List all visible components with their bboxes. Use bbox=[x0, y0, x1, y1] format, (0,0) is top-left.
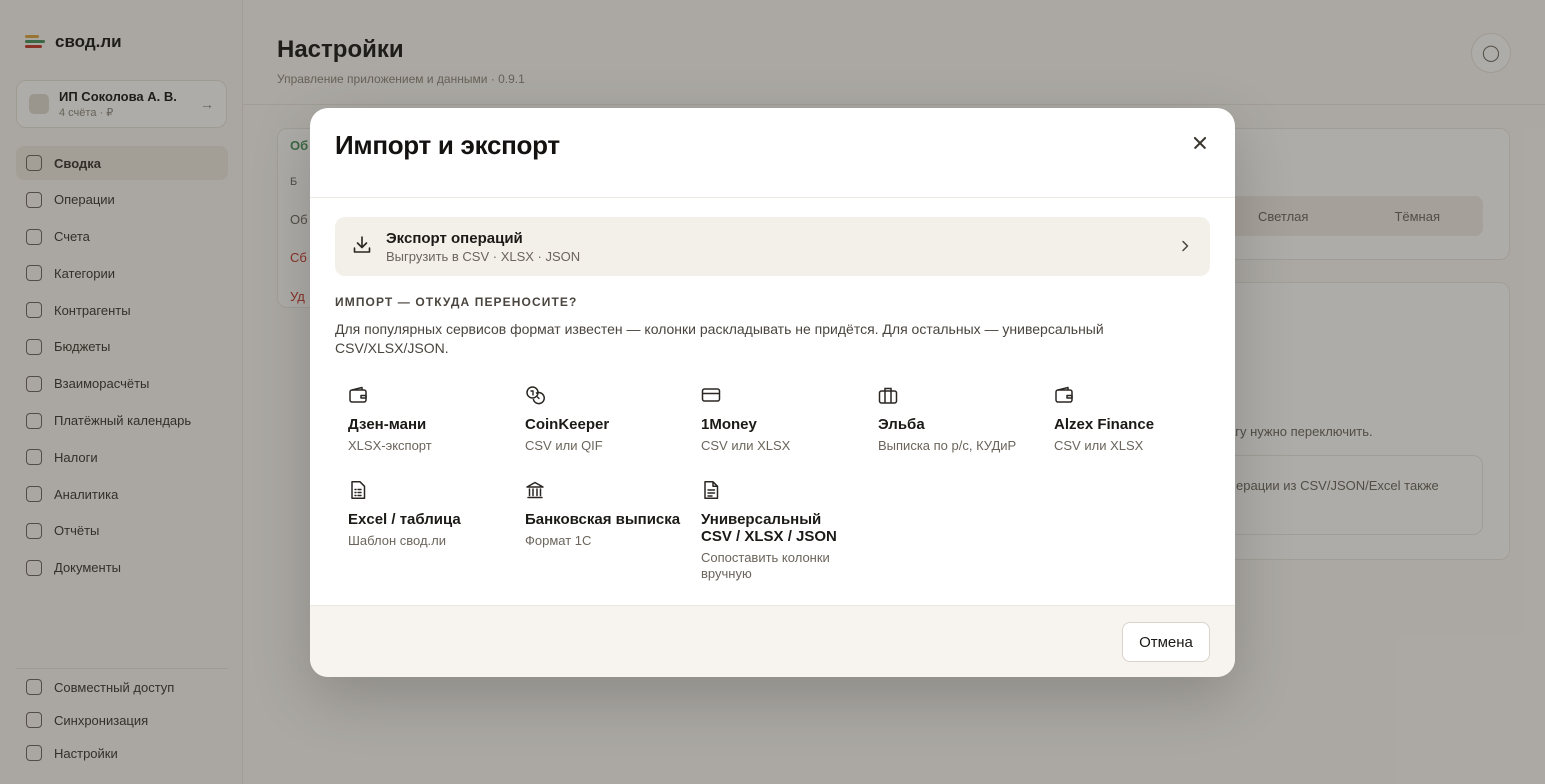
coins-icon bbox=[526, 386, 545, 405]
import-source-excel[interactable]: Excel / таблица Шаблон свод.ли bbox=[348, 480, 508, 549]
cancel-button[interactable]: Отмена bbox=[1122, 622, 1210, 662]
import-source-elba[interactable]: Эльба Выписка по р/с, КУДиР bbox=[878, 385, 1038, 454]
import-source-title: Alzex Finance bbox=[1054, 416, 1155, 433]
import-source-subtitle: Формат 1С bbox=[525, 533, 592, 548]
chevron-right-icon bbox=[1182, 240, 1189, 252]
bank-icon bbox=[526, 481, 544, 499]
import-source-subtitle: Сопоставить колонки вручную bbox=[701, 550, 830, 581]
import-source-subtitle: XLSX-экспорт bbox=[348, 438, 432, 453]
import-source-title: CoinKeeper bbox=[525, 416, 610, 433]
close-icon[interactable] bbox=[1188, 131, 1212, 155]
import-source-title: Банковская выписка bbox=[525, 511, 681, 528]
export-operations-button[interactable]: Экспорт операций Выгрузить в CSV · XLSX … bbox=[335, 217, 1210, 276]
import-source-bank-statement[interactable]: Банковская выписка Формат 1С bbox=[525, 480, 685, 549]
import-source-subtitle: Выписка по р/с, КУДиР bbox=[878, 438, 1017, 453]
import-section-label: ИМПОРТ — ОТКУДА ПЕРЕНОСИТЕ? bbox=[335, 295, 578, 309]
briefcase-icon bbox=[878, 387, 898, 404]
wallet-icon bbox=[1055, 386, 1073, 403]
import-source-1money[interactable]: 1Money CSV или XLSX bbox=[701, 385, 861, 454]
export-title: Экспорт операций bbox=[386, 230, 523, 247]
import-source-subtitle: CSV или QIF bbox=[525, 438, 603, 453]
import-source-subtitle: CSV или XLSX bbox=[701, 438, 791, 453]
import-source-title: 1Money bbox=[701, 416, 757, 433]
import-source-title: Эльба bbox=[878, 416, 925, 433]
import-source-subtitle: CSV или XLSX bbox=[1054, 438, 1144, 453]
modal-footer: Отмена bbox=[310, 605, 1235, 677]
document-icon bbox=[704, 481, 719, 499]
download-icon bbox=[353, 236, 371, 253]
import-source-alzex[interactable]: Alzex Finance CSV или XLSX bbox=[1054, 385, 1214, 454]
import-export-modal: Импорт и экспорт Экспорт операций Выгруз… bbox=[310, 108, 1235, 677]
modal-header: Импорт и экспорт bbox=[310, 108, 1235, 198]
import-source-zenmoney[interactable]: Дзен-мани XLSX-экспорт bbox=[348, 385, 508, 454]
export-subtitle: Выгрузить в CSV · XLSX · JSON bbox=[386, 249, 581, 264]
import-source-title: Excel / таблица bbox=[348, 511, 461, 528]
wallet-icon bbox=[349, 386, 367, 403]
import-source-universal[interactable]: Универсальный CSV / XLSX / JSON Сопостав… bbox=[701, 480, 851, 582]
import-source-subtitle: Шаблон свод.ли bbox=[348, 533, 447, 548]
import-source-coinkeeper[interactable]: CoinKeeper CSV или QIF bbox=[525, 385, 685, 454]
modal-title: Импорт и экспорт bbox=[335, 130, 560, 160]
import-section-description: Для популярных сервисов формат известен … bbox=[335, 321, 1104, 356]
spreadsheet-icon bbox=[351, 481, 366, 499]
credit-card-icon bbox=[701, 388, 721, 402]
import-source-title: Дзен-мани bbox=[348, 416, 427, 433]
import-source-title: Универсальный CSV / XLSX / JSON bbox=[701, 511, 837, 545]
